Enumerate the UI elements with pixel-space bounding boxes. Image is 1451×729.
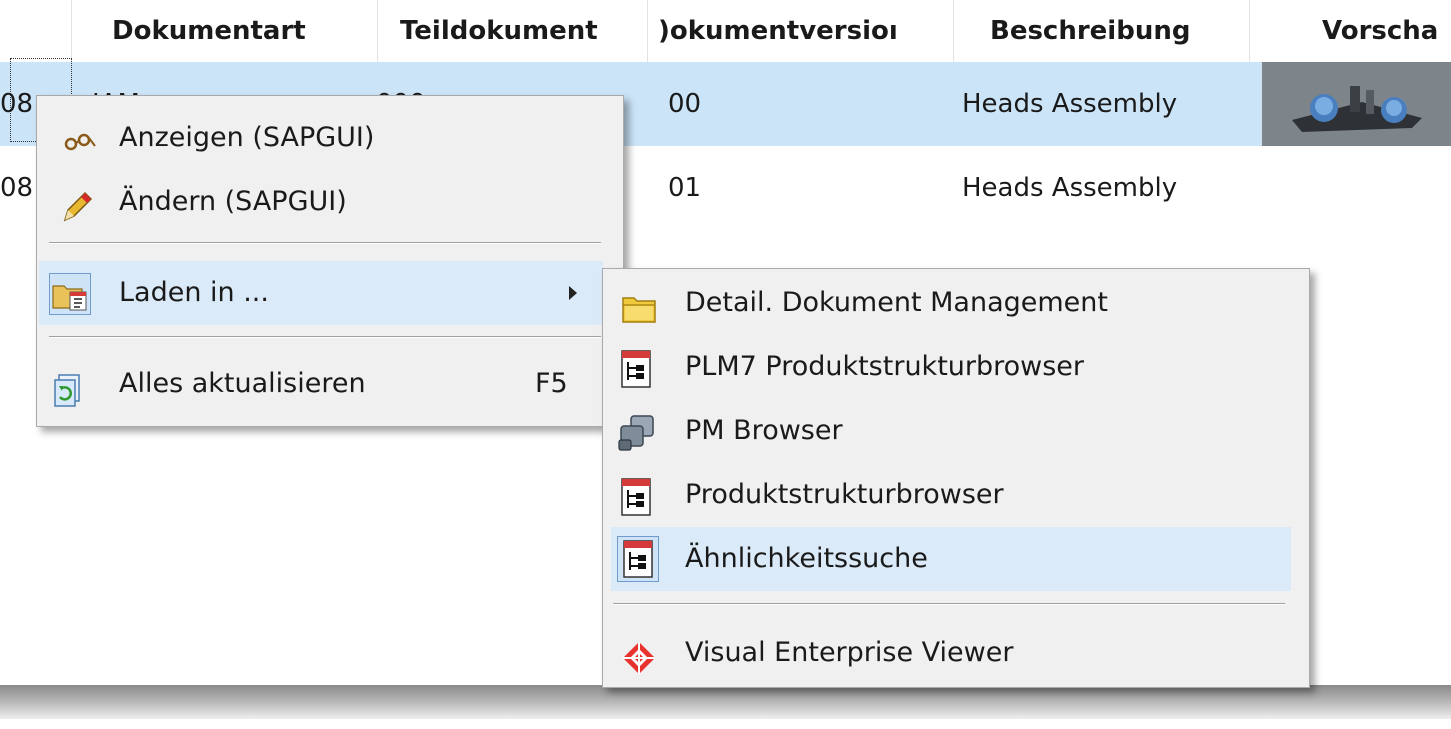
structure-browser-icon (621, 348, 651, 388)
preview-thumbnail[interactable] (1262, 62, 1451, 146)
menu-separator (49, 242, 601, 244)
menu-item-shortcut: F5 (535, 368, 568, 399)
submenu-item-aehnlichkeitssuche[interactable]: Ähnlichkeitssuche (611, 527, 1291, 591)
cell-version: 00 (668, 89, 702, 119)
visual-enterprise-icon (621, 636, 657, 674)
submenu-item-produktstrukturbrowser[interactable]: Produktstrukturbrowser (605, 463, 1307, 527)
menu-item-label: Anzeigen (SAPGUI) (119, 122, 375, 153)
header-dokumentversion[interactable]: )okumentversioı (648, 0, 954, 62)
cell-description: Heads Assembly (962, 173, 1178, 203)
menu-separator (613, 603, 1285, 605)
submenu-item-label: Detail. Dokument Management (685, 287, 1108, 318)
document-browser: Dokumentart Teildokument )okumentversioı… (0, 0, 1451, 729)
pm-browser-icon (617, 412, 657, 451)
structure-browser-icon (617, 536, 659, 582)
submenu-item-pm-browser[interactable]: PM Browser (605, 399, 1307, 463)
menu-item-label: Alles aktualisieren (119, 368, 366, 399)
submenu-item-visual-enterprise-viewer[interactable]: Visual Enterprise Viewer (605, 621, 1307, 685)
refresh-doc-icon (51, 368, 87, 407)
cell-version: 01 (668, 173, 702, 203)
menu-separator (49, 336, 601, 338)
menu-item-anzeigen[interactable]: Anzeigen (SAPGUI) (39, 106, 621, 170)
context-menu: Anzeigen (SAPGUI) Ändern (SAPGUI) Laden … (36, 95, 624, 427)
structure-browser-icon (621, 476, 651, 516)
header-cell-blank[interactable] (0, 0, 72, 62)
cell-description: Heads Assembly (962, 89, 1178, 119)
menu-item-label: Ändern (SAPGUI) (119, 186, 347, 217)
menu-item-label: Laden in ... (119, 277, 269, 308)
cell-document: 08 (0, 173, 34, 203)
submenu-arrow-icon (569, 286, 577, 300)
submenu-item-label: PM Browser (685, 415, 843, 446)
header-beschreibung[interactable]: Beschreibung (954, 0, 1250, 62)
submenu-item-label: Visual Enterprise Viewer (685, 637, 1014, 668)
submenu-item-detail-dokument-management[interactable]: Detail. Dokument Management (605, 271, 1307, 335)
submenu-laden-in: Detail. Dokument Management PLM7 Produkt… (602, 268, 1310, 688)
folder-icon (621, 286, 657, 323)
grid-header: Dokumentart Teildokument )okumentversioı… (0, 0, 1451, 63)
grid-bottom-edge (0, 685, 1451, 719)
pencil-icon (59, 184, 95, 222)
submenu-item-plm7-produktstrukturbrowser[interactable]: PLM7 Produktstrukturbrowser (605, 335, 1307, 399)
submenu-item-label: Ähnlichkeitssuche (685, 543, 928, 574)
header-vorschau[interactable]: Vorscha (1250, 0, 1451, 62)
header-dokumentart[interactable]: Dokumentart (72, 0, 378, 62)
menu-item-aendern[interactable]: Ändern (SAPGUI) (39, 170, 621, 234)
menu-item-laden-in[interactable]: Laden in ... (39, 261, 603, 325)
assembly-image (1262, 62, 1451, 146)
folder-structure-icon (49, 273, 91, 315)
header-teildokument[interactable]: Teildokument (378, 0, 648, 62)
submenu-item-label: Produktstrukturbrowser (685, 479, 1004, 510)
glasses-icon (61, 120, 97, 156)
submenu-item-label: PLM7 Produktstrukturbrowser (685, 351, 1085, 382)
menu-item-alles-aktualisieren[interactable]: Alles aktualisieren F5 (39, 352, 621, 416)
